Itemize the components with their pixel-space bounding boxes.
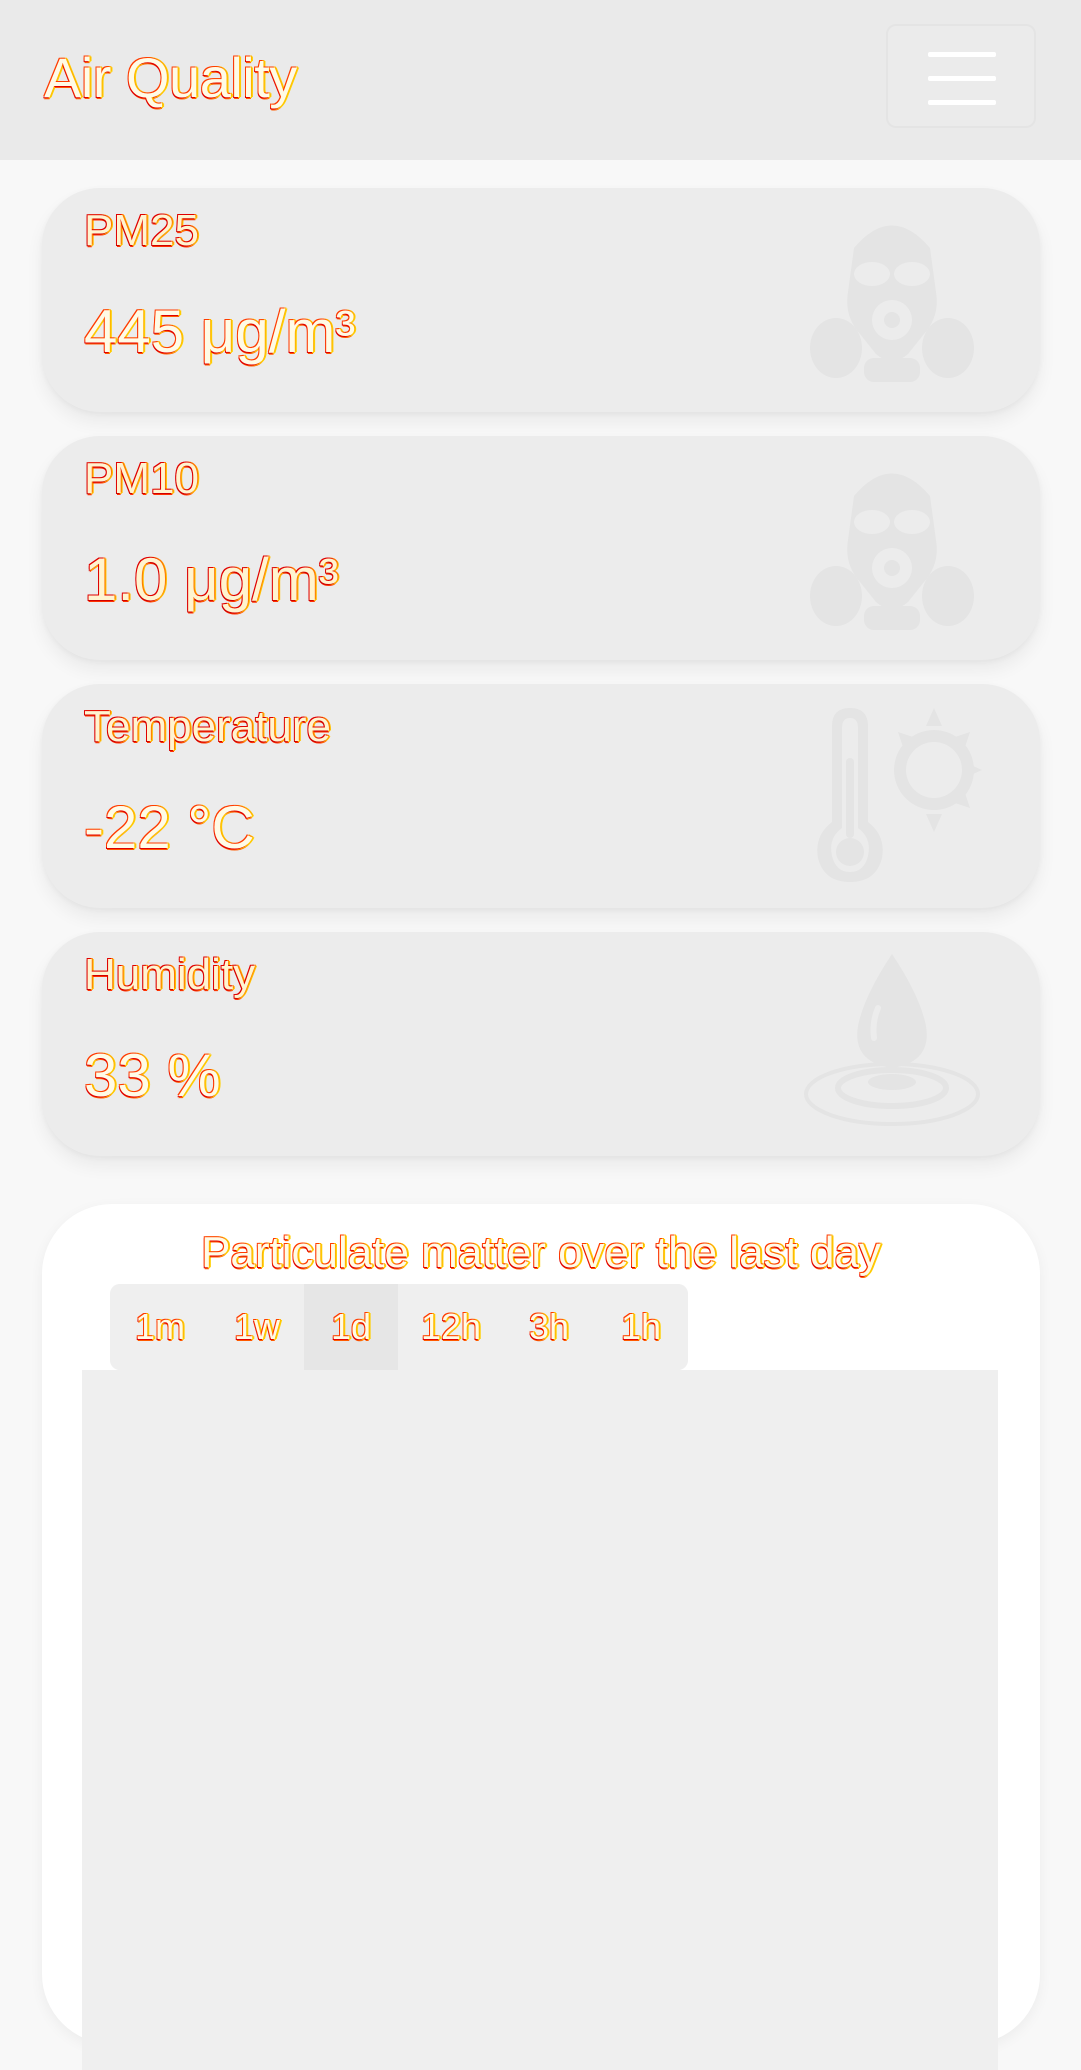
range-button-1m[interactable]: 1m (110, 1284, 210, 1370)
range-button-3h[interactable]: 3h (504, 1284, 594, 1370)
gas-mask-icon (810, 225, 974, 382)
card-value: 33 % (84, 1042, 221, 1109)
hamburger-menu-icon-bar-3 (928, 100, 996, 105)
water-drop-icon (804, 954, 980, 1126)
gas-mask-icon (810, 473, 974, 630)
card-label: Humidity (84, 950, 256, 999)
card-value: -22 °C (84, 794, 255, 861)
range-button-12h[interactable]: 12h (398, 1284, 504, 1370)
brand-title[interactable]: Air Quality (44, 44, 297, 112)
time-range-selector: 1m 1w 1d 12h 3h 1h (110, 1284, 688, 1370)
card-label: PM25 (84, 206, 199, 255)
range-button-1d[interactable]: 1d (304, 1284, 398, 1370)
chart-title: Particulate matter over the last day (201, 1228, 881, 1277)
chart-canvas[interactable] (82, 1370, 998, 2070)
navbar: Air Quality (0, 0, 1081, 160)
range-button-1w[interactable]: 1w (210, 1284, 304, 1370)
card-label: Temperature (84, 702, 332, 751)
chart-panel: Particulate matter over the last day 1m … (42, 1204, 1040, 2070)
range-button-1h[interactable]: 1h (594, 1284, 688, 1370)
card-value: 1.0 μg/m³ (84, 546, 339, 613)
hamburger-menu-icon-bar-2 (928, 76, 996, 81)
hamburger-menu-icon (928, 52, 996, 57)
thermometer-sun-icon (817, 708, 982, 882)
temperature-card: Temperature -22 °C (42, 684, 1040, 908)
menu-toggle-button[interactable] (886, 24, 1036, 128)
pm25-card: PM25 445 μg/m³ (42, 188, 1040, 412)
pm10-card: PM10 1.0 μg/m³ (42, 436, 1040, 660)
card-value: 445 μg/m³ (84, 298, 356, 365)
card-label: PM10 (84, 454, 199, 503)
humidity-card: Humidity 33 % (42, 932, 1040, 1156)
